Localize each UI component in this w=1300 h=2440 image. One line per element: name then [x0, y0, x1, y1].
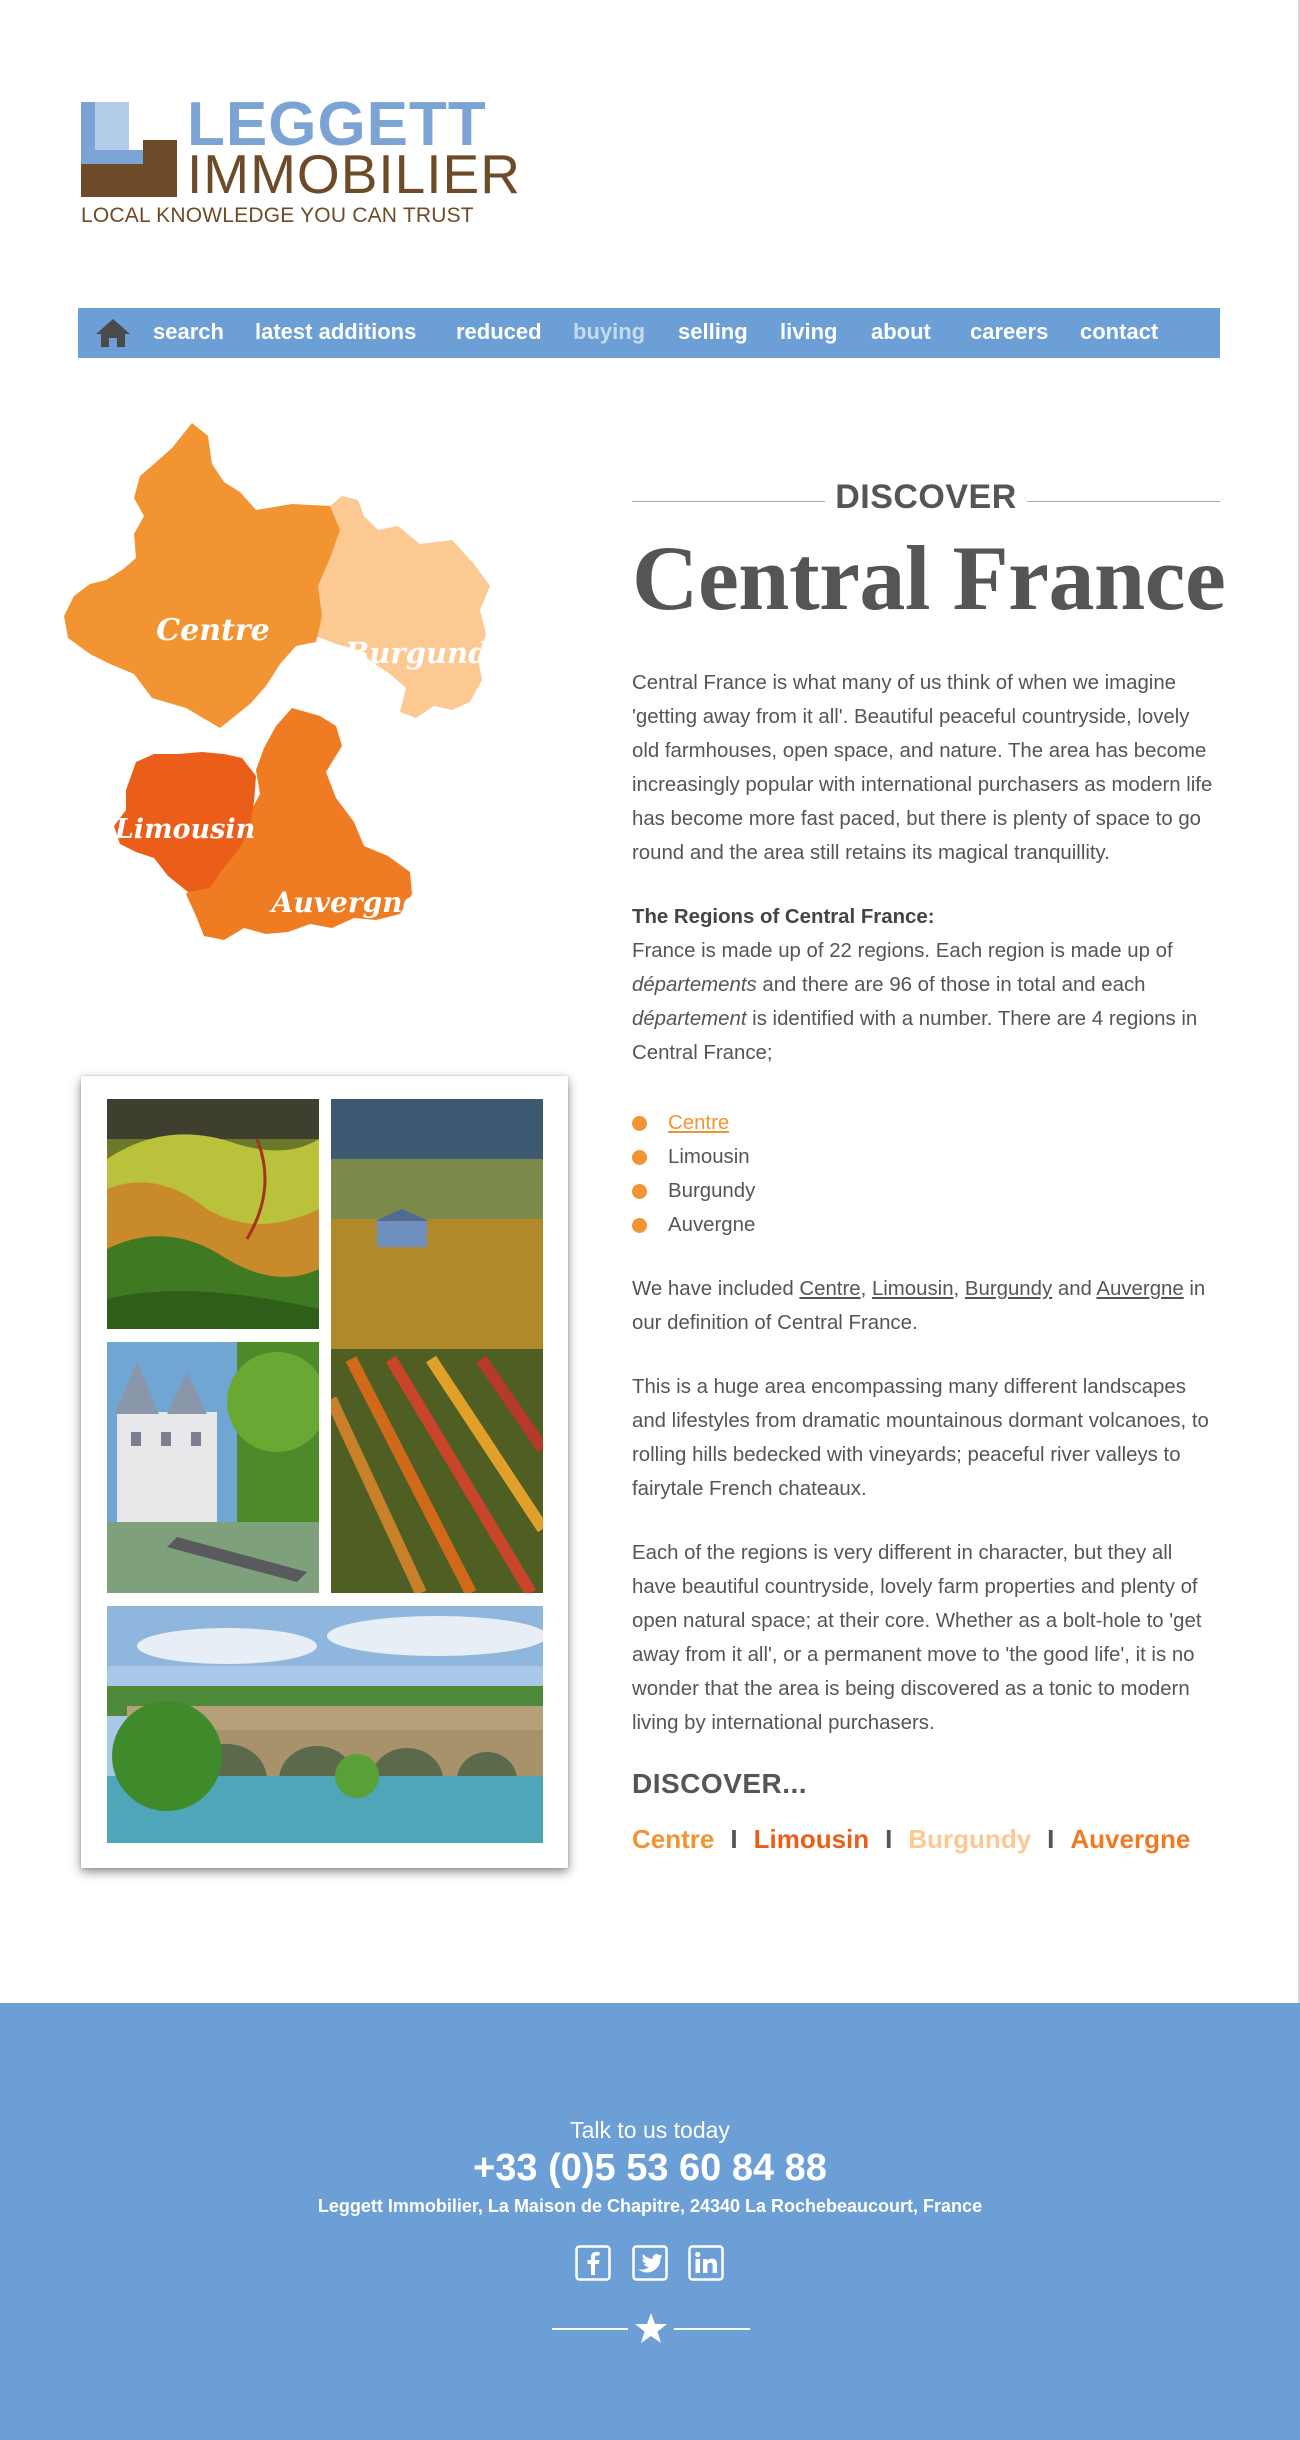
regions-text-2: and there are 96 of those in total and e… [756, 974, 1146, 996]
map-region-centre[interactable] [64, 423, 340, 728]
list-item: Burgundy [632, 1174, 1220, 1208]
footer-talk-text: Talk to us today [570, 2117, 730, 2143]
region-list: Centre Limousin Burgundy Auvergne [632, 1106, 1220, 1242]
nav-item-buying[interactable]: buying [573, 308, 645, 358]
nav-item-about[interactable]: about [871, 308, 931, 358]
intro-paragraph: Central France is what many of us think … [632, 672, 1213, 864]
linkedin-icon[interactable] [688, 2245, 724, 2281]
nav-item-latest-additions[interactable]: latest additions [255, 308, 416, 358]
site-footer: Talk to us today +33 (0)5 53 60 84 88 Le… [0, 2003, 1300, 2440]
map-label-limousin: Limousin [114, 814, 256, 845]
nav-item-contact[interactable]: contact [1080, 308, 1158, 358]
discover-link-auvergne[interactable]: Auvergne [1070, 1824, 1190, 1854]
nav-item-selling[interactable]: selling [678, 308, 748, 358]
regions-text-1: France is made up of 22 regions. Each re… [632, 940, 1173, 962]
inline-link-burgundy[interactable]: Burgundy [965, 1278, 1052, 1300]
discover-kicker: DISCOVER [825, 478, 1027, 516]
footer-address: Leggett Immobilier, La Maison de Chapitr… [317, 2196, 983, 2216]
included-and: and [1052, 1278, 1097, 1300]
included-text-1: We have included [632, 1278, 800, 1300]
link-separator: I [730, 1824, 738, 1854]
discover-subheading: DISCOVER... [632, 1768, 808, 1799]
link-separator: I [1047, 1824, 1055, 1854]
regions-italic-1: départements [632, 974, 757, 996]
included-paragraph: We have included Centre, Limousin, Burgu… [632, 1278, 1206, 1334]
nav-item-careers[interactable]: careers [970, 308, 1048, 358]
map-label-burgundy: Burgundy [344, 636, 508, 670]
list-item: Auvergne [632, 1208, 1220, 1242]
central-france-map: Centre Burgundy Limousin Auvergne [64, 423, 508, 940]
region-item-burgundy: Burgundy [668, 1180, 756, 1202]
bullet-icon [632, 1218, 647, 1233]
main-nav: search latest additions reduced buying s… [78, 308, 1220, 358]
link-separator: I [885, 1824, 893, 1854]
main-content: DISCOVER Central France Central France i… [632, 470, 1226, 1855]
region-item-auvergne: Auvergne [668, 1214, 756, 1236]
photo-chateau [107, 1342, 319, 1593]
inline-link-limousin[interactable]: Limousin [872, 1278, 954, 1300]
nav-item-search[interactable]: search [153, 308, 224, 358]
bullet-icon [632, 1184, 647, 1199]
logo-word-immobilier: IMMOBILIER [187, 143, 521, 205]
regions-heading: The Regions of Central France: [632, 906, 935, 928]
map-region-burgundy[interactable] [316, 496, 490, 718]
regions-italic-2: département [632, 1008, 747, 1030]
discover-link-limousin[interactable]: Limousin [754, 1824, 870, 1854]
home-icon[interactable] [94, 317, 132, 349]
map-label-auvergne: Auvergne [269, 886, 421, 919]
footer-rule-right [674, 2328, 750, 2330]
map-label-centre: Centre [156, 613, 270, 648]
logo-tagline: LOCAL KNOWLEDGE YOU CAN TRUST [81, 204, 474, 227]
nav-item-reduced[interactable]: reduced [456, 308, 542, 358]
photo-vineyard [331, 1099, 543, 1593]
discover-links: Centre I Limousin I Burgundy I Auvergne [632, 1824, 1220, 1855]
list-item: Centre [632, 1106, 1220, 1140]
footer-phone[interactable]: +33 (0)5 53 60 84 88 [0, 2147, 1300, 2190]
footer-rule-left [552, 2328, 628, 2330]
landscape-paragraph: This is a huge area encompassing many di… [632, 1376, 1209, 1500]
region-item-limousin: Limousin [668, 1146, 750, 1168]
discover-link-centre[interactable]: Centre [632, 1824, 714, 1854]
region-link-centre[interactable]: Centre [668, 1112, 729, 1134]
photo-collage [81, 1076, 568, 1868]
inline-link-centre[interactable]: Centre [799, 1278, 860, 1300]
regions-paragraph: The Regions of Central France: France is… [632, 900, 1220, 1070]
list-item: Limousin [632, 1140, 1220, 1174]
character-paragraph: Each of the regions is very different in… [632, 1542, 1202, 1734]
photo-volcanic-hills [107, 1099, 319, 1329]
facebook-icon[interactable] [575, 2245, 611, 2281]
site-logo[interactable]: LEGGETT IMMOBILIER LOCAL KNOWLEDGE YOU C… [81, 94, 520, 230]
bullet-icon [632, 1116, 647, 1131]
star-icon [635, 2313, 667, 2343]
nav-item-living[interactable]: living [780, 308, 837, 358]
bullet-icon [632, 1150, 647, 1165]
twitter-icon[interactable] [632, 2245, 668, 2281]
page-title: Central France [632, 527, 1226, 629]
logo-mark-icon [81, 102, 177, 197]
discover-heading: DISCOVER [632, 470, 1220, 516]
discover-link-burgundy[interactable]: Burgundy [908, 1824, 1031, 1854]
inline-link-auvergne[interactable]: Auvergne [1096, 1278, 1183, 1300]
photo-river-bridge [107, 1606, 543, 1843]
